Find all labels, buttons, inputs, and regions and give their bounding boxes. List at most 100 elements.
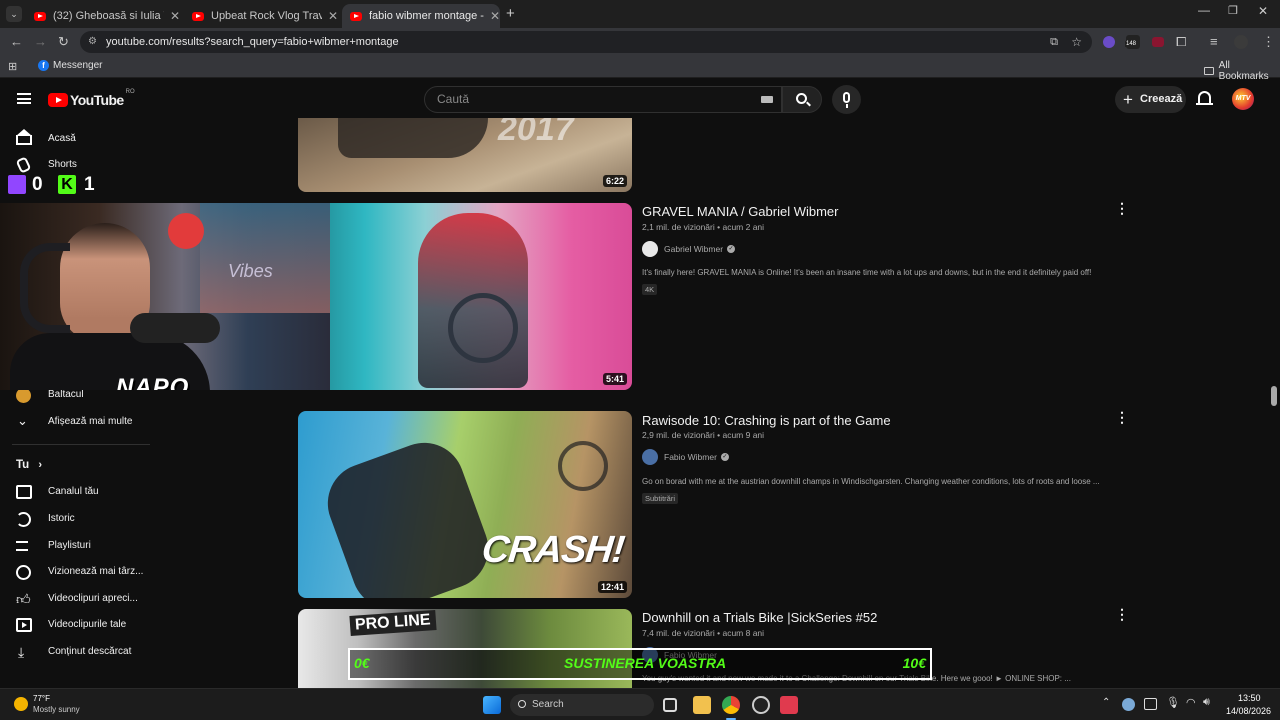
tray-chevron-up-icon[interactable]: ⌃ — [1102, 697, 1110, 708]
more-actions-icon[interactable]: ⋮ — [1115, 200, 1129, 217]
video-channel[interactable]: Gabriel Wibmer ✓ — [642, 241, 736, 257]
create-button[interactable]: + Creează — [1115, 86, 1186, 113]
extensions-puzzle-icon[interactable]: ⧠ — [1176, 34, 1186, 50]
video-thumbnail[interactable]: 2017 6:22 — [298, 118, 632, 192]
youtube-play-icon — [48, 93, 68, 107]
tab-1[interactable]: (32) Gheboasă si Iulia Vorbesc d ✕ — [26, 4, 180, 28]
video-title[interactable]: Rawisode 10: Crashing is part of the Gam… — [642, 413, 891, 428]
volume-icon[interactable]: 🔊︎ — [1203, 696, 1210, 709]
sidebar-show-more[interactable]: ⌄ Afișează mai multe — [0, 409, 150, 435]
account-avatar[interactable]: MTV — [1232, 88, 1254, 110]
steam-icon[interactable] — [1122, 698, 1135, 711]
extension-purple-icon[interactable] — [1103, 36, 1115, 48]
video-badge: 4K — [642, 284, 658, 295]
more-actions-icon[interactable]: ⋮ — [1115, 409, 1129, 426]
streaming-app-icon[interactable] — [780, 696, 798, 714]
new-tab-icon[interactable]: + — [506, 5, 515, 22]
history-icon — [16, 512, 31, 527]
donation-goal-bar: 0€ SUSTINEREA VOASTRA 10€ — [348, 648, 932, 680]
sidebar-label: Canalul tău — [48, 486, 99, 497]
taskbar-search-label: Search — [532, 699, 564, 710]
taskbar-search[interactable]: Search — [510, 694, 654, 716]
close-tab-icon[interactable]: ✕ — [170, 9, 180, 23]
kick-viewer-count: 1 — [84, 174, 95, 195]
file-explorer-icon[interactable] — [693, 696, 711, 714]
tab-title: fabio wibmer montage - YouTu — [369, 10, 484, 22]
bookmark-messenger[interactable]: f Messenger — [38, 60, 102, 71]
sidebar-item-home[interactable]: Acasă — [0, 126, 150, 152]
task-view-icon[interactable] — [663, 698, 677, 712]
home-icon — [16, 135, 32, 145]
tab-2[interactable]: Upbeat Rock Vlog Travel by Inf ✕ — [184, 4, 338, 28]
sidebar-item-history[interactable]: Istoric — [0, 506, 150, 532]
tab-3-active[interactable]: fabio wibmer montage - YouTu ✕ — [342, 4, 500, 28]
sidebar-item-your-videos[interactable]: Videoclipurile tale — [0, 612, 150, 638]
sidebar-item-watch-later[interactable]: Vizionează mai târz... — [0, 559, 150, 585]
close-tab-icon[interactable]: ✕ — [490, 9, 500, 23]
video-meta: 7,4 mil. de vizionări • acum 8 ani — [642, 628, 765, 638]
video-views: 2,9 mil. de vizionări — [642, 430, 715, 440]
page-scrollbar-thumb[interactable] — [1271, 386, 1277, 406]
sidebar-label: Vizionează mai târz... — [48, 566, 144, 577]
clock-date[interactable]: 14/08/2026 — [1226, 706, 1271, 716]
sidebar-label: Acasă — [48, 133, 76, 144]
video-meta: 2,1 mil. de vizionări • acum 2 ani — [642, 222, 765, 232]
voice-search-button[interactable] — [832, 85, 861, 114]
video-channel[interactable]: Fabio Wibmer ✓ — [642, 449, 729, 465]
sidebar-item-downloads[interactable]: ⤓ Conținut descărcat — [0, 639, 150, 665]
search-button[interactable] — [782, 86, 822, 113]
sidebar-you-header[interactable]: Tu › — [0, 452, 150, 478]
channel-name: Fabio Wibmer — [664, 452, 717, 462]
hamburger-menu-icon[interactable] — [17, 93, 31, 104]
weather-desc: Mostly sunny — [33, 705, 80, 714]
youtube-logo[interactable]: YouTube RO — [48, 89, 135, 108]
site-info-icon[interactable]: ⚙ — [88, 31, 97, 53]
more-actions-icon[interactable]: ⋮ — [1115, 606, 1129, 623]
search-input[interactable]: Caută — [424, 86, 782, 113]
forward-icon[interactable]: → — [34, 34, 47, 50]
wifi-icon[interactable]: ◠ — [1186, 696, 1196, 709]
install-app-icon[interactable]: ⧉ — [1050, 31, 1058, 53]
maximize-icon[interactable]: ❐ — [1228, 4, 1238, 17]
microphone-tray-icon[interactable]: 🎙︎ — [1166, 696, 1180, 709]
reload-icon[interactable]: ↻ — [58, 34, 69, 50]
channel-name: Gabriel Wibmer — [664, 244, 724, 254]
clock-time[interactable]: 13:50 — [1238, 693, 1261, 703]
bookmark-star-icon[interactable]: ☆ — [1071, 31, 1082, 53]
notifications-bell-icon[interactable] — [1196, 91, 1213, 105]
back-icon[interactable]: ← — [10, 34, 23, 50]
profile-avatar[interactable] — [1234, 35, 1248, 49]
sidebar-item-your-channel[interactable]: Canalul tău — [0, 479, 150, 505]
video-title[interactable]: Downhill on a Trials Bike |SickSeries #5… — [642, 610, 877, 625]
extension-red-icon[interactable] — [1152, 37, 1164, 47]
chrome-icon[interactable] — [722, 696, 740, 714]
obs-icon[interactable] — [752, 696, 770, 714]
video-title[interactable]: GRAVEL MANIA / Gabriel Wibmer — [642, 204, 839, 219]
video-age: acum 2 ani — [722, 222, 765, 232]
apps-grid-icon[interactable]: ⊞ — [8, 60, 17, 73]
keyboard-icon[interactable] — [761, 96, 773, 103]
close-window-icon[interactable]: ✕ — [1258, 4, 1268, 18]
tab-search-icon[interactable]: ⌄ — [6, 6, 22, 22]
sidebar-item-playlists[interactable]: Playlisturi — [0, 533, 150, 559]
close-tab-icon[interactable]: ✕ — [328, 9, 338, 23]
video-thumbnail[interactable]: CRASH! 12:41 — [298, 411, 632, 598]
minimize-icon[interactable]: — — [1198, 3, 1210, 17]
windows-start-icon[interactable] — [483, 696, 501, 714]
video-badge: Subtitrări — [642, 493, 679, 504]
tray-app-icon[interactable] — [1144, 698, 1157, 710]
playlists-icon — [16, 541, 28, 551]
youtube-header: YouTube RO Caută + Creează MTV — [0, 80, 1280, 118]
address-bar[interactable]: ⚙ youtube.com/results?search_query=fabio… — [80, 31, 1092, 53]
media-icon[interactable]: ≡ — [1210, 34, 1218, 50]
sidebar-label: Videoclipurile tale — [48, 619, 127, 630]
video-duration: 5:41 — [602, 373, 627, 385]
extension-badge-icon[interactable]: 148 — [1125, 35, 1140, 49]
browser-menu-icon[interactable]: ⋮ — [1262, 34, 1275, 50]
video-age: acum 9 ani — [722, 430, 765, 440]
thumbs-up-icon: 👍︎ — [16, 591, 31, 607]
all-bookmarks[interactable]: All Bookmarks — [1204, 60, 1280, 82]
video-thumbnail[interactable]: 5:41 — [298, 203, 632, 390]
region-code: RO — [125, 89, 135, 95]
sidebar-item-liked-videos[interactable]: 👍︎ Videoclipuri apreci... — [0, 586, 150, 612]
